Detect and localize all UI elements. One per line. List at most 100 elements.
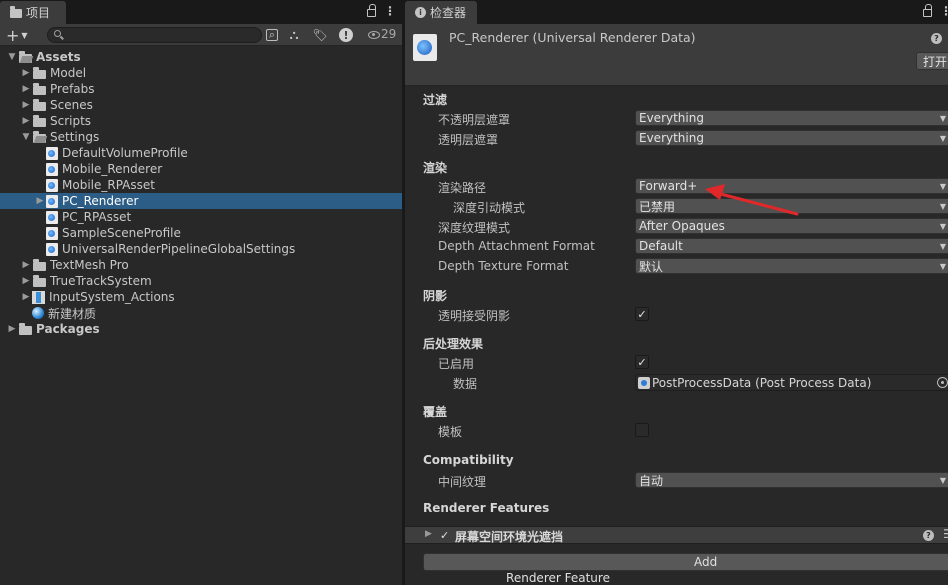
more-options-icon[interactable]: ⋮ — [384, 4, 396, 18]
chevron-down-icon[interactable]: ▼ — [20, 132, 32, 142]
feature-settings-icon[interactable]: ☰ — [943, 527, 948, 541]
project-toolbar: + ▼ ⌕ ⛬ 🏷︎ ! 29 — [0, 24, 402, 46]
tree-item-label: DefaultVolumeProfile — [62, 146, 188, 160]
search-input[interactable] — [64, 28, 254, 42]
tree-item-label: TrueTrackSystem — [50, 274, 152, 288]
opaque-layer-mask-dropdown[interactable]: Everything ▼ — [635, 110, 948, 126]
tree-item[interactable]: PC_RPAsset — [0, 209, 402, 225]
transparent-layer-mask-dropdown[interactable]: Everything ▼ — [635, 130, 948, 146]
chevron-right-icon[interactable]: ▶ — [6, 324, 18, 334]
post-process-data-value: PostProcessData (Post Process Data) — [652, 375, 872, 390]
transparent-receive-shadows-checkbox[interactable]: ✓ — [635, 307, 649, 321]
chevron-right-icon[interactable]: ▶ — [20, 84, 32, 94]
tree-item-label: Assets — [36, 50, 81, 64]
depth-texture-mode-dropdown[interactable]: After Opaques ▼ — [635, 218, 948, 234]
tree-item[interactable]: ▶ Scenes — [0, 97, 402, 113]
tree-item-label: Settings — [50, 130, 100, 144]
intermediate-texture-dropdown[interactable]: 自动 ▼ — [635, 472, 948, 488]
more-options-icon[interactable]: ⋮ — [940, 4, 948, 18]
folder-icon — [33, 274, 46, 287]
folder-open-icon — [33, 130, 46, 143]
transparent-layer-mask-label: 透明层遮罩 — [438, 133, 499, 147]
inspector-title: PC_Renderer (Universal Renderer Data) — [449, 30, 696, 45]
tree-item[interactable]: ▼ Settings — [0, 129, 402, 145]
scriptable-object-icon — [638, 376, 650, 389]
scriptable-asset-icon — [46, 242, 58, 256]
tree-item[interactable]: ▶ Prefabs — [0, 81, 402, 97]
exclamation-icon: ! — [339, 28, 353, 42]
tree-item[interactable]: Mobile_Renderer — [0, 161, 402, 177]
ssao-enabled-checkbox[interactable]: ✓ — [440, 530, 451, 541]
filter-by-type-icon[interactable]: ⛬ — [286, 27, 302, 43]
depth-texture-mode-label: 深度纹理模式 — [438, 221, 511, 235]
tab-inspector-label: 检查器 — [430, 6, 467, 20]
folder-icon — [33, 98, 46, 111]
tree-item-label: Packages — [36, 322, 100, 336]
depth-attachment-format-dropdown[interactable]: Default ▼ — [635, 238, 948, 254]
chevron-right-icon[interactable]: ▶ — [20, 292, 32, 302]
chevron-down-icon: ▼ — [21, 30, 28, 40]
chevron-right-icon[interactable]: ▶ — [20, 68, 32, 78]
search-field[interactable] — [47, 27, 262, 43]
visible-count: 29 — [381, 27, 397, 41]
tree-item-label: PC_RPAsset — [62, 210, 132, 224]
lock-icon[interactable] — [923, 4, 932, 17]
ssao-feature-label: 屏幕空间环境光遮挡 — [455, 530, 564, 544]
scriptable-asset-icon — [46, 194, 58, 208]
open-button[interactable]: 打开 — [916, 52, 948, 70]
tree-item[interactable]: 新建材质 — [0, 305, 402, 321]
warning-filter-button[interactable]: ! — [338, 27, 354, 43]
rendering-path-value: Forward+ — [639, 179, 698, 193]
scriptable-asset-icon — [46, 178, 58, 192]
tree-item[interactable]: ▶ TrueTrackSystem — [0, 273, 402, 289]
chevron-down-icon[interactable]: ▼ — [6, 52, 18, 62]
tab-project[interactable]: 项目 — [0, 1, 66, 24]
help-icon[interactable]: ? — [923, 530, 934, 541]
project-tabbar: 项目 ⋮ — [0, 0, 402, 24]
tab-inspector[interactable]: i 检查器 — [405, 1, 477, 24]
post-processing-enabled-label: 已启用 — [438, 357, 475, 371]
tree-item[interactable]: Mobile_RPAsset — [0, 177, 402, 193]
help-icon[interactable]: ? — [931, 33, 942, 44]
tree-item[interactable]: ▶ Model — [0, 65, 402, 81]
project-panel: 项目 ⋮ + ▼ ⌕ ⛬ 🏷︎ ! 29 ▼ Assets ▶ Model ▶ Prefa… — [0, 0, 402, 585]
tree-item[interactable]: ▶ InputSystem_Actions — [0, 289, 402, 305]
depth-priming-label: 深度引动模式 — [453, 201, 526, 215]
tree-item[interactable]: ▼ Assets — [0, 49, 402, 65]
tree-item-selected[interactable]: ▶ PC_Renderer — [0, 193, 402, 209]
intermediate-texture-label: 中间纹理 — [438, 475, 487, 489]
create-dropdown-button[interactable]: + ▼ — [6, 26, 28, 45]
folder-icon — [33, 66, 46, 79]
hidden-packages-toggle[interactable]: 29 — [368, 27, 396, 41]
tree-item[interactable]: SampleSceneProfile — [0, 225, 402, 241]
search-by-type-icon[interactable]: ⌕ — [266, 28, 278, 41]
tree-item-label: PC_Renderer — [62, 194, 139, 208]
tree-item[interactable]: ▶ Scripts — [0, 113, 402, 129]
tree-item[interactable]: DefaultVolumeProfile — [0, 145, 402, 161]
add-renderer-feature-button[interactable]: Add Renderer Feature — [423, 553, 948, 585]
expand-arrow-icon[interactable]: ▶ — [425, 529, 432, 539]
tree-item-label: TextMesh Pro — [50, 258, 129, 272]
tree-item[interactable]: UniversalRenderPipelineGlobalSettings — [0, 241, 402, 257]
label-tag-icon[interactable]: 🏷︎ — [312, 27, 328, 43]
depth-priming-dropdown[interactable]: 已禁用 ▼ — [635, 198, 948, 214]
rendering-path-dropdown[interactable]: Forward+ ▼ — [635, 178, 948, 194]
scriptable-asset-icon — [46, 210, 58, 224]
chevron-right-icon[interactable]: ▶ — [20, 100, 32, 110]
opaque-layer-mask-value: Everything — [639, 111, 704, 125]
post-process-data-field[interactable]: PostProcessData (Post Process Data) — [635, 374, 948, 391]
post-processing-enabled-checkbox[interactable]: ✓ — [635, 355, 649, 369]
depth-texture-format-dropdown[interactable]: 默认 ▼ — [635, 258, 948, 274]
rendering-path-label: 渲染路径 — [438, 181, 487, 195]
chevron-right-icon[interactable]: ▶ — [20, 116, 32, 126]
chevron-right-icon[interactable]: ▶ — [20, 276, 32, 286]
chevron-right-icon[interactable]: ▶ — [34, 196, 46, 206]
chevron-right-icon[interactable]: ▶ — [20, 260, 32, 270]
ssao-feature-header[interactable]: ▶ ✓ 屏幕空间环境光遮挡 ? ☰ — [405, 526, 948, 544]
tree-item[interactable]: ▶ TextMesh Pro — [0, 257, 402, 273]
tree-item[interactable]: ▶ Packages — [0, 321, 402, 337]
object-picker-icon[interactable] — [937, 377, 948, 388]
stencil-checkbox[interactable] — [635, 423, 649, 437]
folder-icon — [10, 6, 22, 18]
lock-icon[interactable] — [367, 4, 376, 17]
